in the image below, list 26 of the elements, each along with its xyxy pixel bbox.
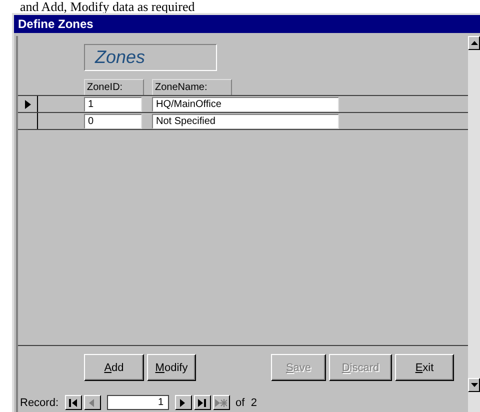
column-label: ZoneName: xyxy=(152,79,232,95)
first-record-icon xyxy=(68,398,78,406)
form-button[interactable]: Add xyxy=(84,354,144,381)
last-record-icon xyxy=(198,398,207,406)
text-field[interactable]: 1 xyxy=(84,96,142,112)
column-label: ZoneID: xyxy=(84,79,144,95)
scroll-up-icon xyxy=(470,41,478,45)
form-heading: Zones xyxy=(84,44,217,71)
text-field[interactable]: Not Specified xyxy=(152,114,339,128)
text-field[interactable]: HQ/MainOffice xyxy=(152,96,339,112)
scrollbar[interactable] xyxy=(468,36,480,412)
navigation-button[interactable] xyxy=(64,395,82,410)
navigation-button[interactable] xyxy=(174,395,192,410)
document-text: and Add, Modify data as required xyxy=(20,0,195,13)
form-button[interactable]: Exit xyxy=(395,354,454,381)
record-count: of 2 xyxy=(236,396,257,408)
next-record-icon xyxy=(180,398,186,406)
navigation-button[interactable] xyxy=(194,395,211,410)
new-record-icon xyxy=(215,398,228,406)
scroll-down-icon xyxy=(470,383,478,387)
record-number-field[interactable]: 1 xyxy=(106,395,169,410)
form-button[interactable]: Modify xyxy=(147,354,196,381)
window-title: Define Zones xyxy=(14,15,480,33)
previous-record-icon xyxy=(89,398,96,406)
record-label: Record: xyxy=(20,396,59,408)
text-field[interactable]: 0 xyxy=(84,114,142,128)
